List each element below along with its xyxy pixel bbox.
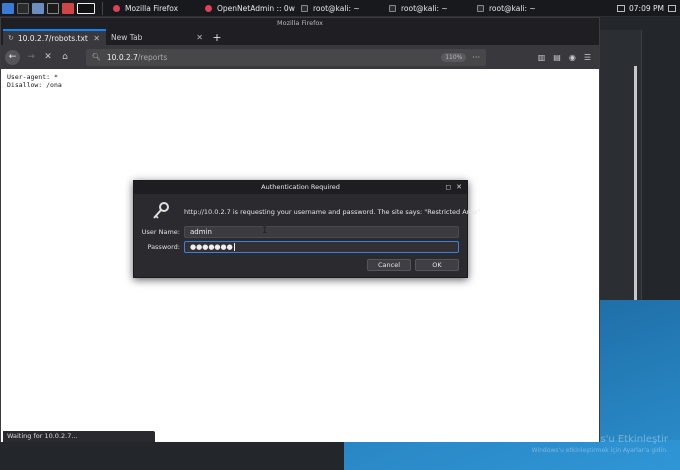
firefox-icon bbox=[113, 4, 120, 12]
search-icon: 🔍︎ bbox=[92, 53, 101, 61]
tab-robots-txt[interactable]: ↻ 10.0.2.7/robots.txt ✕ bbox=[3, 29, 106, 45]
account-icon[interactable]: ◉ bbox=[569, 53, 576, 62]
auth-dialog: Authentication Required ◻ ✕ http://10.0.… bbox=[133, 180, 480, 278]
terminal-icon bbox=[477, 4, 484, 12]
loading-icon: ↻ bbox=[8, 34, 14, 42]
url-path: /reports bbox=[137, 52, 168, 62]
cancel-button[interactable]: Cancel bbox=[367, 259, 411, 271]
workspace-icon[interactable] bbox=[617, 5, 625, 12]
taskbar-item-terminal-2[interactable]: root@kali: ~ bbox=[383, 0, 471, 17]
zoom-indicator[interactable]: 110% bbox=[441, 52, 467, 62]
toolbar-right: ▥ ▤ ◉ ☰ bbox=[538, 53, 595, 62]
status-bar: Waiting for 10.0.2.7... bbox=[3, 431, 155, 442]
launcher bbox=[0, 0, 98, 17]
hotspot-icon[interactable] bbox=[77, 2, 95, 14]
maximize-icon[interactable]: ◻ bbox=[445, 181, 451, 194]
terminal-alt-icon[interactable] bbox=[47, 2, 59, 14]
library-icon[interactable]: ▥ bbox=[538, 53, 546, 62]
taskbar-item-firefox[interactable]: Mozilla Firefox bbox=[107, 0, 199, 17]
menu-icon[interactable]: ☰ bbox=[584, 53, 591, 62]
top-panel: Mozilla Firefox OpenNetAdmin :: 0wn Y...… bbox=[0, 0, 680, 17]
url-bar[interactable]: 🔍︎ 10.0.2.7 /reports 110% ··· bbox=[86, 48, 486, 66]
back-button[interactable]: ← bbox=[5, 49, 20, 65]
close-icon[interactable]: ✕ bbox=[196, 33, 203, 42]
app-icon[interactable] bbox=[62, 2, 74, 14]
taskbar-item-terminal-3[interactable]: root@kali: ~ bbox=[471, 0, 559, 17]
kali-menu-icon[interactable] bbox=[2, 2, 14, 14]
new-tab-button[interactable]: + bbox=[209, 29, 225, 45]
sidebar-icon[interactable]: ▤ bbox=[553, 53, 561, 62]
display-icon[interactable] bbox=[668, 5, 676, 12]
dialog-title: Authentication Required bbox=[261, 183, 340, 191]
taskbar-item-terminal-1[interactable]: root@kali: ~ bbox=[295, 0, 383, 17]
terminal-icon bbox=[389, 4, 396, 12]
terminal-icon[interactable] bbox=[17, 2, 29, 14]
tab-strip: ↻ 10.0.2.7/robots.txt ✕ New Tab ✕ + bbox=[1, 29, 599, 45]
system-tray: 07:09 PM bbox=[617, 0, 676, 17]
stop-button[interactable]: ✕ bbox=[42, 50, 54, 65]
taskbar-item-label: Mozilla Firefox bbox=[125, 3, 179, 13]
forward-button[interactable]: → bbox=[25, 50, 37, 65]
tab-label: New Tab bbox=[111, 32, 143, 42]
username-label: User Name: bbox=[141, 228, 180, 236]
taskbar-item-label: root@kali: ~ bbox=[401, 3, 448, 13]
window-title: Mozilla Firefox bbox=[1, 18, 599, 29]
mouse-cursor-icon: I bbox=[262, 226, 268, 236]
tab-label: 10.0.2.7/robots.txt bbox=[17, 33, 88, 43]
watermark-line-2: Windows'u etkinleştirmek için Ayarlar'a … bbox=[531, 447, 668, 454]
ok-button[interactable]: OK bbox=[415, 259, 459, 271]
firefox-icon bbox=[205, 4, 212, 12]
folder-icon[interactable] bbox=[32, 2, 44, 14]
clock[interactable]: 07:09 PM bbox=[629, 4, 664, 13]
robots-txt-text: User-agent: * Disallow: /ona bbox=[7, 73, 62, 89]
close-icon[interactable]: ✕ bbox=[456, 181, 462, 194]
page-actions-icon[interactable]: ··· bbox=[472, 53, 480, 62]
taskbar-item-label: OpenNetAdmin :: 0wn Y... bbox=[217, 3, 295, 13]
close-icon[interactable]: ✕ bbox=[93, 34, 100, 43]
text-caret bbox=[233, 243, 235, 251]
url-host: 10.0.2.7 bbox=[106, 52, 138, 62]
password-label: Password: bbox=[147, 243, 180, 251]
key-icon bbox=[153, 202, 169, 219]
username-field[interactable]: admin bbox=[184, 226, 459, 238]
tab-new-tab[interactable]: New Tab ✕ bbox=[106, 29, 209, 45]
dialog-title-bar: Authentication Required ◻ ✕ bbox=[134, 181, 467, 194]
password-field[interactable]: ●●●●●●● bbox=[184, 241, 459, 253]
home-button[interactable]: ⌂ bbox=[59, 50, 71, 65]
navigation-toolbar: ← → ✕ ⌂ 🔍︎ 10.0.2.7 /reports 110% ··· ▥ … bbox=[1, 45, 599, 69]
dialog-message: http://10.0.2.7 is requesting your usern… bbox=[184, 208, 481, 216]
username-value: admin bbox=[190, 228, 212, 236]
panel-separator bbox=[102, 1, 103, 15]
password-value: ●●●●●●● bbox=[190, 243, 233, 251]
terminal-icon bbox=[301, 4, 308, 12]
taskbar-item-label: root@kali: ~ bbox=[489, 3, 536, 13]
taskbar-item-opennetadmin[interactable]: OpenNetAdmin :: 0wn Y... bbox=[199, 0, 295, 17]
taskbar-item-label: root@kali: ~ bbox=[313, 3, 360, 13]
